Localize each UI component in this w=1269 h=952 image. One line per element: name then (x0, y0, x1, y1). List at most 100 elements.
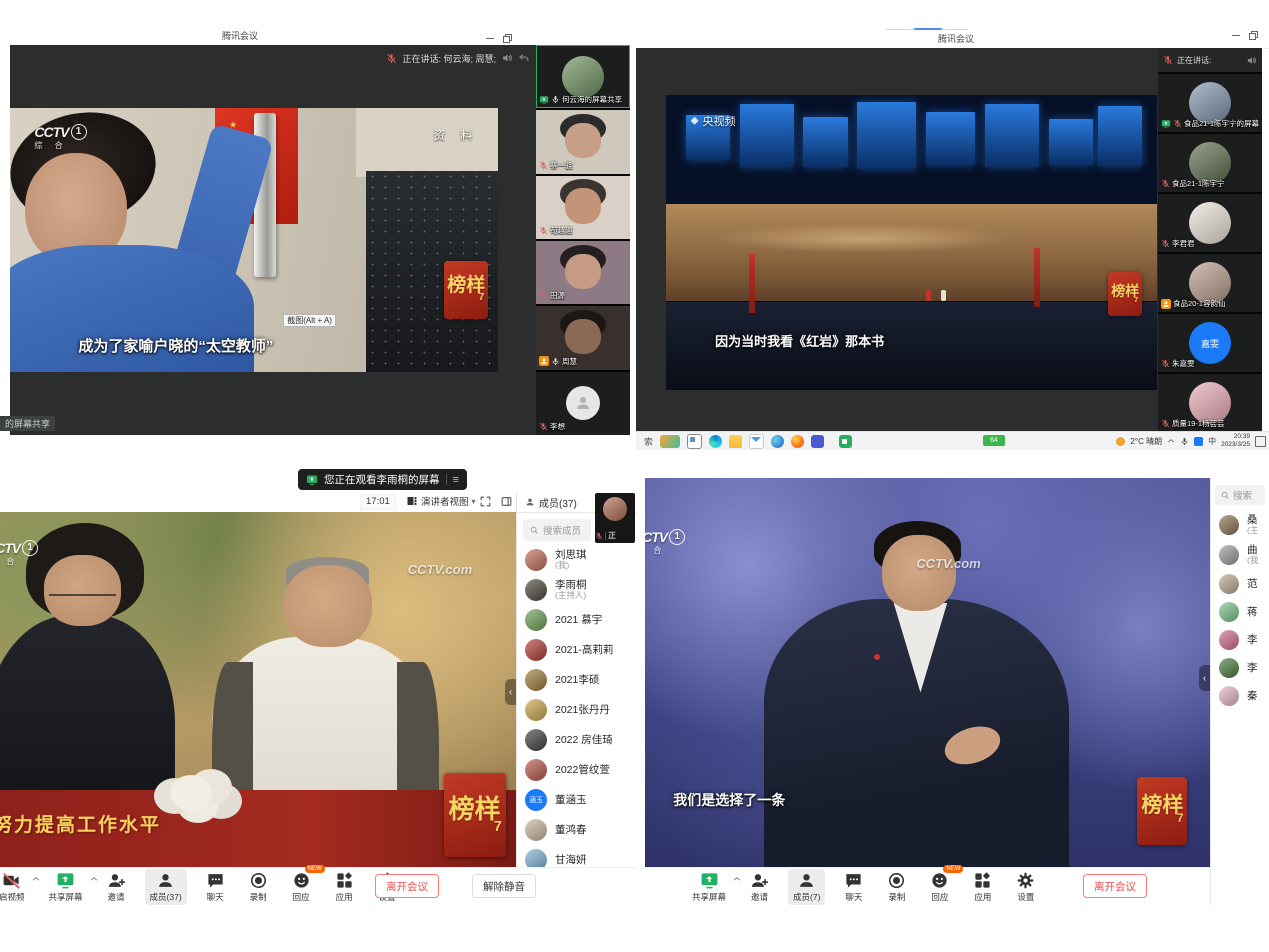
ime-indicator[interactable]: 中 (1208, 436, 1216, 447)
member-row[interactable]: 桑(主 (1211, 510, 1269, 540)
participant-name: 蔡一骁 (550, 160, 573, 171)
member-row[interactable]: 范 (1211, 570, 1269, 598)
tab-title[interactable]: 腾讯会议 (901, 32, 1011, 45)
minimize-icon[interactable] (486, 38, 494, 39)
unmute-button[interactable]: 解除静音 (472, 874, 536, 898)
leave-meeting-button[interactable]: 离开会议 (375, 874, 439, 898)
toolbar-items: 共享屏幕邀请成员(7) 聊天录制回应NEW 应用设置 (687, 868, 1040, 905)
restore-icon[interactable] (1249, 31, 1258, 40)
member-row[interactable]: 李 (1211, 654, 1269, 682)
member-row[interactable]: 2022 房佳琦 (517, 725, 637, 755)
chevron-up-icon[interactable] (733, 875, 741, 883)
banner-menu-icon[interactable]: ≡ (453, 474, 459, 486)
participant-tile[interactable]: 田源 (536, 241, 630, 304)
chat-button[interactable]: 聊天 (201, 869, 230, 905)
avatar: 涵玉 (525, 789, 547, 811)
participant-label: 食品21-1陈宇宁的屏幕共享 (1161, 118, 1259, 129)
apps-button[interactable]: 应用 (968, 869, 997, 905)
member-row[interactable]: 2021-高莉莉 (517, 635, 637, 665)
member-row[interactable]: 曲(我 (1211, 540, 1269, 570)
participant-tile[interactable]: 周慧 (536, 306, 630, 369)
members-button[interactable]: 成员(37) (145, 869, 187, 905)
view-mode-selector[interactable]: 演讲者视图 ▾ (406, 494, 476, 508)
record-button[interactable]: 录制 (882, 869, 911, 905)
member-row[interactable]: 2021 慕宇 (517, 605, 637, 635)
cctv-word: CCTV (0, 541, 20, 555)
participant-tile[interactable]: 质量19-1杨芸芸 (1158, 374, 1262, 432)
participant-tile[interactable]: 李想 (536, 372, 630, 435)
firefox-icon[interactable] (791, 435, 804, 448)
participant-tile[interactable]: 何云海的屏幕共享 (536, 45, 630, 108)
mic-muted-icon (539, 291, 548, 300)
member-row[interactable]: 2021李硕 (517, 665, 637, 695)
participant-tile[interactable]: 食品21-1陈宇宁的屏幕共享 (1158, 74, 1262, 132)
member-row[interactable]: 李 (1211, 626, 1269, 654)
notification-center-icon[interactable] (1255, 436, 1266, 447)
chat-button[interactable]: 聊天 (839, 869, 868, 905)
taskbar-search-label[interactable]: 索 (644, 435, 653, 448)
participant-tile[interactable]: 蔡一骁 (536, 110, 630, 173)
invite-button[interactable]: 邀请 (102, 869, 131, 905)
member-row[interactable]: 董鸿春 (517, 815, 637, 845)
search-members-input[interactable]: 搜索成员 (523, 519, 591, 541)
avatar (525, 699, 547, 721)
member-name-block: 李 (1247, 662, 1258, 674)
avatar (603, 497, 627, 521)
tray-mic-icon[interactable] (1180, 437, 1189, 446)
member-row[interactable]: 秦 (1211, 682, 1269, 710)
edge-browser-icon[interactable] (709, 435, 722, 448)
divider (605, 532, 606, 540)
participant-tile[interactable]: 食品20-1容韵仙 (1158, 254, 1262, 312)
fullscreen-icon[interactable] (479, 495, 492, 508)
participant-tile[interactable]: 苟趣趣 (536, 176, 630, 239)
leave-meeting-button[interactable]: 离开会议 (1083, 874, 1147, 898)
share-screen-button[interactable]: 共享屏幕 (687, 869, 731, 905)
participant-name: 何云海的屏幕共享 (562, 94, 622, 105)
member-row[interactable]: 涵玉董涵玉 (517, 785, 637, 815)
share-screen-button-icon (56, 871, 75, 890)
weather-widget-icon[interactable] (660, 435, 680, 448)
tray-app-icon[interactable] (1194, 437, 1203, 446)
tray-chevron-icon[interactable] (1167, 437, 1175, 445)
screenshot-shortcut-tooltip[interactable]: 截图(Alt + A) (283, 314, 336, 327)
side-panel-toggle-icon[interactable] (500, 495, 513, 508)
browser-icon[interactable] (771, 435, 784, 448)
mail-app-icon[interactable] (749, 434, 764, 449)
reactions-button[interactable]: 回应NEW (925, 869, 954, 905)
tencent-meeting-taskbar-icon[interactable] (839, 435, 852, 448)
collapse-panel-arrow[interactable]: ‹ (1199, 665, 1210, 691)
record-button[interactable]: 录制 (244, 869, 273, 905)
taskbar-clock[interactable]: 20:39 2023/3/25 (1221, 433, 1250, 449)
member-name-block: 董鸿春 (555, 824, 587, 836)
member-row[interactable]: 2021张丹丹 (517, 695, 637, 725)
screen-share-corner-label: 的屏幕共享 (0, 416, 55, 431)
self-video-mini-tile[interactable]: 正 (595, 493, 635, 543)
participant-tile[interactable]: 食品21-1陈宇宁 (1158, 134, 1262, 192)
invite-button[interactable]: 邀请 (745, 869, 774, 905)
member-row[interactable]: 李雨桐(主持人) (517, 575, 637, 605)
task-view-icon[interactable] (687, 434, 702, 449)
start-video-button[interactable]: 启视频 (0, 869, 30, 905)
participant-tile[interactable]: 嘉雯朱嘉雯 (1158, 314, 1262, 372)
member-row[interactable]: 甘海妍 (517, 845, 637, 868)
settings-button[interactable]: 设置 (1011, 869, 1040, 905)
chevron-up-icon[interactable] (90, 875, 98, 883)
apps-button[interactable]: 应用 (330, 869, 359, 905)
collapse-panel-arrow[interactable]: ‹ (505, 679, 516, 705)
member-name: 2021李硕 (555, 674, 599, 686)
chevron-up-icon[interactable] (32, 875, 40, 883)
file-explorer-icon[interactable] (729, 435, 742, 448)
member-name-block: 2021李硕 (555, 674, 599, 686)
search-members-input[interactable]: 搜索 (1215, 485, 1265, 505)
weather-text[interactable]: 2°C 晴朗 (1130, 436, 1162, 447)
member-row[interactable]: 刘思琪(我) (517, 545, 637, 575)
share-screen-button[interactable]: 共享屏幕 (44, 869, 88, 905)
reactions-button[interactable]: 回应NEW (287, 869, 316, 905)
app-icon[interactable] (811, 435, 824, 448)
minimize-icon[interactable] (1232, 35, 1240, 36)
member-row[interactable]: 2022管纹萱 (517, 755, 637, 785)
participant-tile[interactable]: 李君君 (1158, 194, 1262, 252)
restore-icon[interactable] (503, 34, 512, 43)
member-row[interactable]: 蒋 (1211, 598, 1269, 626)
members-button[interactable]: 成员(7) (788, 869, 825, 905)
